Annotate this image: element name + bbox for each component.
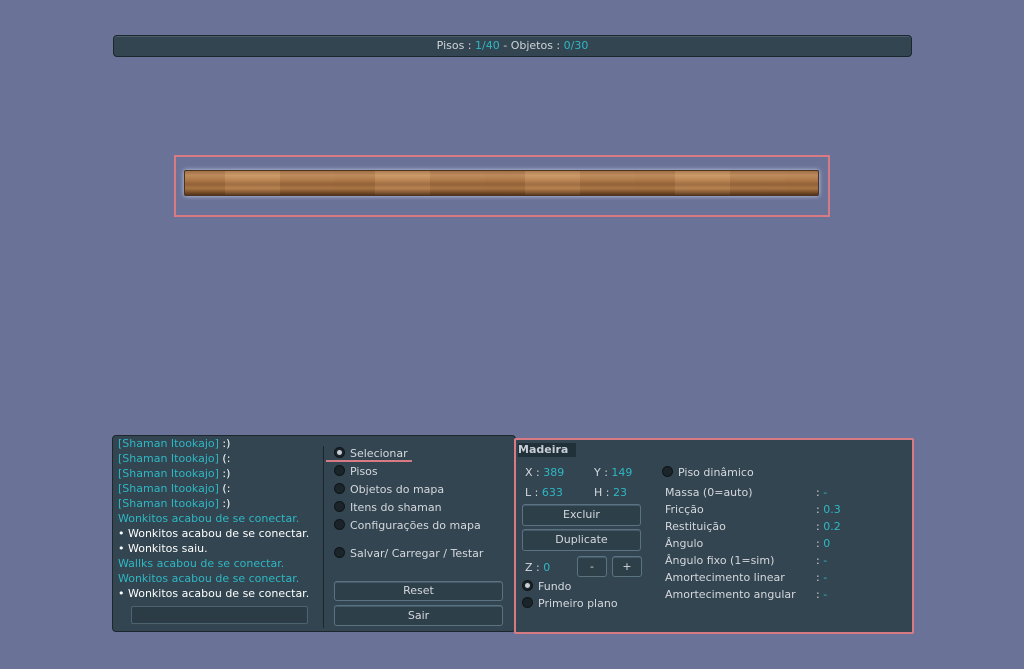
friccao-field[interactable]: : 0.3 [816,503,841,517]
angulo-label: Ângulo [665,537,704,550]
massa-field[interactable]: : - [816,486,827,500]
objetos-count: 0/30 [563,39,589,52]
angulo-fixo-field[interactable]: : - [816,554,827,568]
primeiro-plano-radio[interactable]: Primeiro plano [522,597,618,611]
z-increase-button[interactable]: + [612,556,642,577]
angulo-field[interactable]: : 0 [816,537,830,551]
amortecimento-linear-label: Amortecimento linear [665,571,785,584]
h-field[interactable]: H : 23 [594,486,627,500]
l-field[interactable]: L : 633 [525,486,563,500]
properties-title: Madeira [518,443,576,457]
menu-objetos[interactable]: Objetos do mapa [334,482,444,498]
menu-configuracoes[interactable]: Configurações do mapa [334,518,481,534]
chat-line: • Wonkitos saiu. [118,542,208,555]
fundo-radio[interactable]: Fundo [522,580,571,594]
radio-selected-icon [522,580,533,591]
pisos-label: Pisos : [436,39,476,52]
z-field[interactable]: Z : 0 [525,561,550,575]
duplicate-button[interactable]: Duplicate [522,529,641,551]
chat-line: [Shaman Itookajo] :) [118,497,231,510]
reset-button[interactable]: Reset [334,581,503,601]
chat-line: Wallks acabou de se conectar. [118,557,285,570]
chat-line: • Wonkitos acabou de se conectar. [118,587,310,600]
radio-icon [662,466,673,477]
amortecimento-angular-field[interactable]: : - [816,588,827,602]
chat-line: • Wonkitos acabou de se conectar. [118,527,310,540]
z-decrease-button[interactable]: - [577,556,607,577]
selected-underline [326,460,412,462]
restituicao-label: Restituição [665,520,726,533]
radio-icon [334,501,345,512]
status-separator: - [499,39,511,52]
angulo-fixo-label: Ângulo fixo (1=sim) [665,554,775,567]
piso-dinamico-toggle[interactable]: Piso dinâmico [662,466,754,480]
menu-salvar-carregar-testar[interactable]: Salvar/ Carregar / Testar [334,546,483,562]
chat-line: Wonkitos acabou de se conectar. [118,572,300,585]
radio-icon [522,597,533,608]
sair-button[interactable]: Sair [334,605,503,626]
x-field[interactable]: X : 389 [525,466,564,480]
amortecimento-angular-label: Amortecimento angular [665,588,796,601]
radio-selected-icon [334,447,345,458]
y-field[interactable]: Y : 149 [594,466,632,480]
menu-itens-shaman[interactable]: Itens do shaman [334,500,442,516]
radio-icon [334,483,345,494]
chat-line: Wonkitos acabou de se conectar. [118,512,300,525]
amortecimento-linear-field[interactable]: : - [816,571,827,585]
editor-menu-panel: [Shaman Itookajo] :) [Shaman Itookajo] (… [112,435,516,632]
wood-plank-ground[interactable] [184,170,819,196]
restituicao-field[interactable]: : 0.2 [816,520,841,534]
excluir-button[interactable]: Excluir [522,504,641,526]
friccao-label: Fricção [665,503,704,516]
chat-line: [Shaman Itookajo] :) [118,437,231,450]
radio-icon [334,519,345,530]
chat-log: [Shaman Itookajo] :) [Shaman Itookajo] (… [118,436,318,601]
massa-label: Massa (0=auto) [665,486,753,499]
status-bar: Pisos : 1/40 - Objetos : 0/30 [113,35,912,57]
panel-divider [323,446,324,628]
chat-input[interactable] [131,606,308,624]
menu-pisos[interactable]: Pisos [334,464,378,480]
chat-line: [Shaman Itookajo] (: [118,482,231,495]
chat-line: [Shaman Itookajo] (: [118,452,231,465]
pisos-count: 1/40 [475,39,500,52]
objetos-label: Objetos : [510,39,564,52]
chat-line: [Shaman Itookajo] :) [118,467,231,480]
radio-icon [334,547,345,558]
radio-icon [334,465,345,476]
